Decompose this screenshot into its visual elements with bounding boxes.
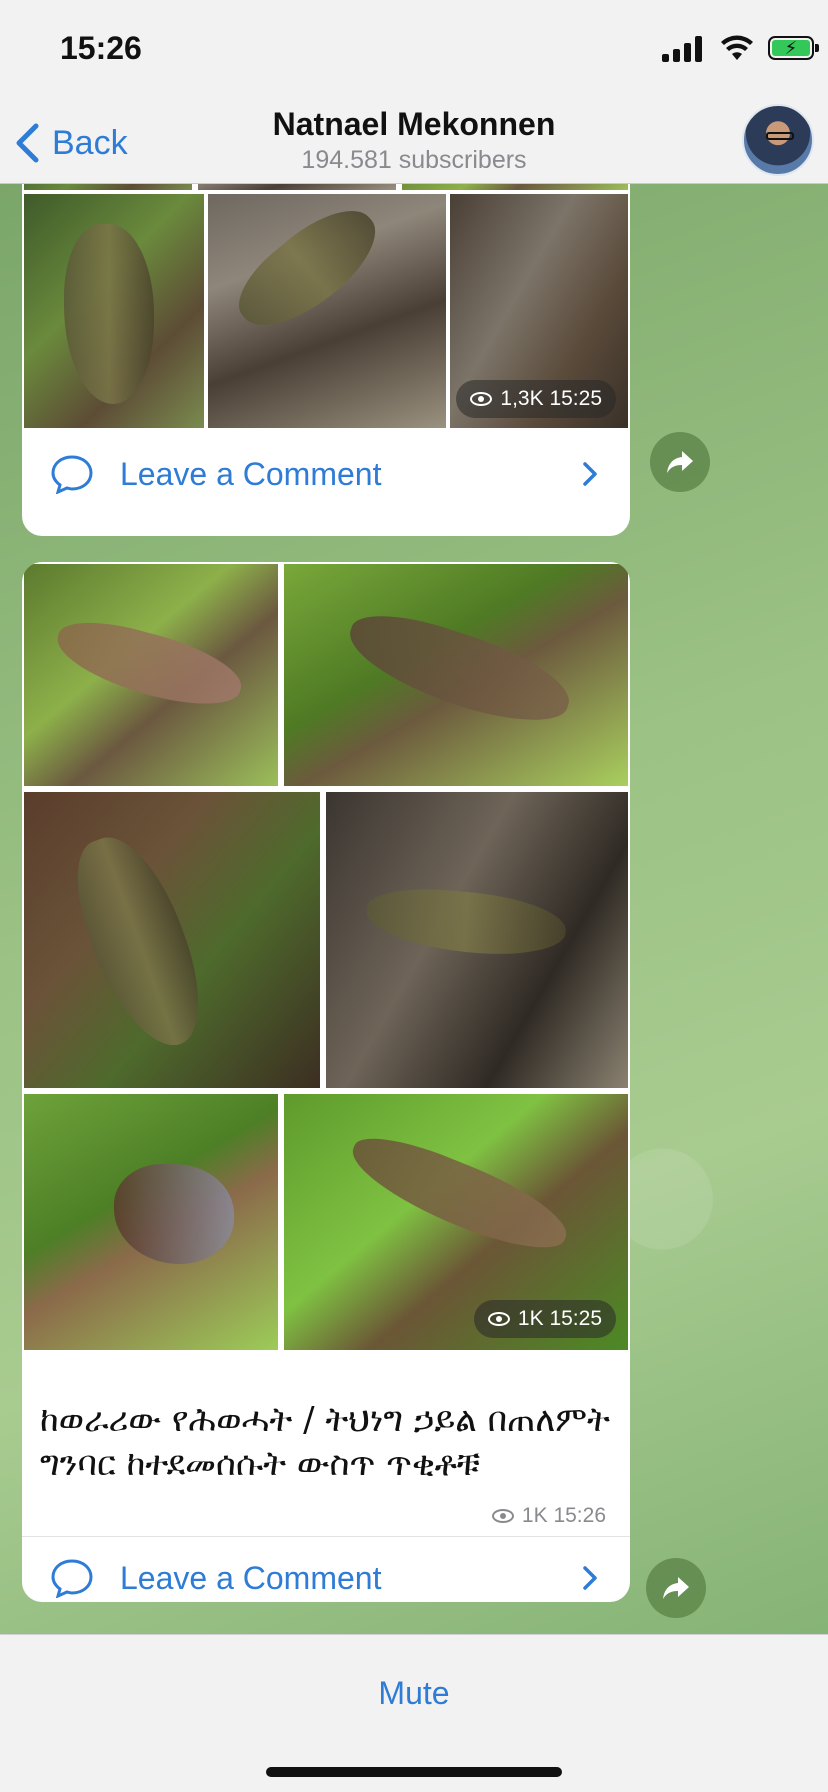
chat-area[interactable]: 1,3K 15:25 Leave a Comment 1K 15:25 ከወራሪ… bbox=[0, 184, 828, 1634]
views-time: 1K 15:25 bbox=[517, 1307, 602, 1330]
views-badge: 1,3K 15:25 bbox=[456, 380, 616, 418]
media-photo[interactable] bbox=[402, 184, 628, 190]
media-photo[interactable] bbox=[24, 194, 204, 428]
comment-bubble-icon bbox=[51, 1559, 93, 1598]
wifi-icon bbox=[721, 35, 753, 60]
media-photo[interactable] bbox=[24, 564, 278, 786]
comment-bubble-icon bbox=[51, 455, 93, 494]
views-time: 1,3K 15:25 bbox=[500, 387, 602, 410]
chevron-right-icon bbox=[583, 1566, 597, 1590]
eye-icon bbox=[470, 392, 493, 406]
message-caption: ከወራሪው የሕወሓት / ትህነግ ኃይል በጠለምት ግንባር ከተደመሰሱ… bbox=[40, 1400, 610, 1484]
home-indicator[interactable] bbox=[266, 1767, 562, 1777]
media-photo[interactable] bbox=[24, 1094, 278, 1350]
media-photo[interactable] bbox=[326, 792, 628, 1088]
mute-button[interactable]: Mute bbox=[0, 1675, 828, 1712]
status-icons: ⚡ bbox=[628, 34, 828, 64]
media-photo[interactable] bbox=[284, 564, 628, 786]
channel-title: Natnael Mekonnen bbox=[272, 106, 556, 142]
message-bubble: 1K 15:25 ከወራሪው የሕወሓት / ትህነግ ኃይል በጠለምት ግን… bbox=[22, 562, 630, 1602]
media-photo[interactable] bbox=[198, 184, 396, 190]
bottom-bar: Mute bbox=[0, 1634, 828, 1792]
media-photo[interactable]: 1,3K 15:25 bbox=[450, 194, 628, 428]
message-meta: 1K 15:26 bbox=[491, 1504, 606, 1528]
share-button[interactable] bbox=[650, 432, 710, 492]
channel-avatar[interactable] bbox=[742, 104, 814, 176]
media-photo[interactable] bbox=[208, 194, 446, 428]
leave-comment-button[interactable]: Leave a Comment bbox=[22, 436, 630, 512]
views-badge: 1K 15:25 bbox=[473, 1300, 616, 1338]
leave-comment-button[interactable]: Leave a Comment bbox=[22, 1540, 630, 1602]
top-bar: 15:26 ⚡ Back Natnael Mekonnen 194.581 su… bbox=[0, 0, 828, 184]
glasses-icon bbox=[766, 132, 794, 140]
share-arrow-icon bbox=[663, 1577, 689, 1599]
eye-icon bbox=[487, 1312, 510, 1326]
eye-icon bbox=[491, 1509, 514, 1523]
subscriber-count: 194.581 subscribers bbox=[301, 146, 527, 174]
media-photo[interactable] bbox=[24, 792, 320, 1088]
comment-label: Leave a Comment bbox=[120, 455, 382, 492]
divider bbox=[22, 1536, 630, 1537]
battery-icon: ⚡ bbox=[768, 36, 819, 60]
media-photo[interactable]: 1K 15:25 bbox=[284, 1094, 628, 1350]
media-photo[interactable] bbox=[24, 184, 192, 190]
share-button[interactable] bbox=[646, 1558, 706, 1618]
cellular-signal-icon bbox=[662, 36, 704, 62]
status-time: 15:26 bbox=[60, 30, 142, 66]
views-time: 1K 15:26 bbox=[521, 1504, 606, 1527]
message-bubble: 1,3K 15:25 Leave a Comment bbox=[22, 184, 630, 536]
share-arrow-icon bbox=[667, 451, 693, 473]
comment-label: Leave a Comment bbox=[120, 1559, 382, 1596]
chevron-right-icon bbox=[583, 462, 597, 486]
